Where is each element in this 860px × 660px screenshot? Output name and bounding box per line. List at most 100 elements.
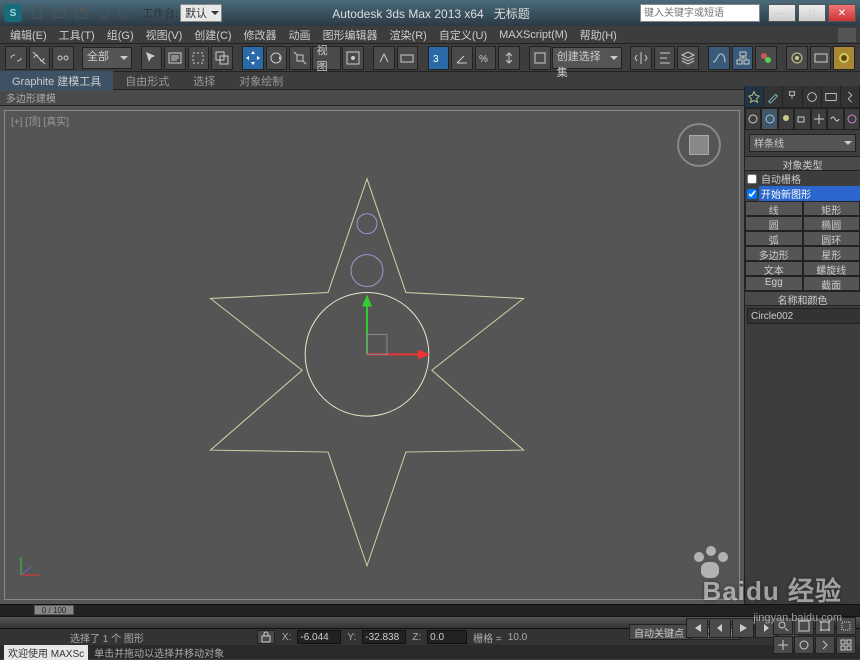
transform-gizmo[interactable] — [362, 294, 430, 359]
pan-icon[interactable] — [773, 636, 793, 654]
keyboard-shortcut-icon[interactable] — [397, 46, 419, 70]
ribbon-tab-freeform[interactable]: 自由形式 — [113, 71, 181, 91]
workspace-dropdown[interactable]: 默认 — [180, 4, 222, 22]
select-scale-icon[interactable] — [289, 46, 311, 70]
cameras-cat-icon[interactable] — [794, 108, 810, 130]
helpers-cat-icon[interactable] — [811, 108, 827, 130]
schematic-view-icon[interactable] — [732, 46, 754, 70]
type-ngon[interactable]: 多边形 — [745, 246, 803, 261]
menu-rendering[interactable]: 渲染(R) — [384, 27, 433, 43]
menu-help[interactable]: 帮助(H) — [574, 27, 623, 43]
viewport-top[interactable]: [+] [顶] [真实] — [4, 110, 740, 600]
menu-tools[interactable]: 工具(T) — [53, 27, 101, 43]
type-star[interactable]: 星形 — [803, 246, 860, 261]
create-tab-icon[interactable] — [745, 86, 764, 107]
select-move-icon[interactable] — [242, 46, 264, 70]
type-section[interactable]: 截面 — [803, 276, 860, 291]
menu-group[interactable]: 组(G) — [101, 27, 140, 43]
goto-start-icon[interactable] — [686, 618, 708, 638]
layers-icon[interactable] — [677, 46, 699, 70]
curve-editor-icon[interactable] — [708, 46, 730, 70]
hierarchy-tab-icon[interactable] — [783, 86, 802, 107]
walk-icon[interactable] — [815, 636, 835, 654]
menu-create[interactable]: 创建(C) — [188, 27, 237, 43]
x-input[interactable] — [297, 630, 341, 644]
systems-cat-icon[interactable] — [844, 108, 860, 130]
link-icon[interactable] — [5, 46, 27, 70]
zoom-all-icon[interactable] — [794, 617, 814, 635]
bind-icon[interactable] — [52, 46, 74, 70]
ribbon-panel-label[interactable]: 多边形建模 — [6, 90, 56, 105]
type-text[interactable]: 文本 — [745, 261, 803, 276]
percent-snap-icon[interactable]: % — [475, 46, 497, 70]
type-arc[interactable]: 弧 — [745, 231, 803, 246]
mirror-icon[interactable] — [630, 46, 652, 70]
qat-new-icon[interactable] — [27, 3, 47, 23]
ref-coord-dropdown[interactable]: 视图 — [312, 46, 342, 70]
time-slider[interactable]: 0 / 100 — [0, 605, 860, 617]
menu-views[interactable]: 视图(V) — [140, 27, 189, 43]
play-icon[interactable] — [732, 618, 754, 638]
object-name-input[interactable] — [747, 308, 860, 324]
ribbon-tab-objectpaint[interactable]: 对象绘制 — [227, 71, 295, 91]
autokey-button[interactable]: 自动关键点 — [629, 624, 689, 640]
material-editor-icon[interactable] — [755, 46, 777, 70]
utilities-tab-icon[interactable] — [841, 86, 860, 107]
zoom-region-icon[interactable] — [836, 617, 856, 635]
zoom-extents-icon[interactable] — [815, 617, 835, 635]
qat-undo-icon[interactable] — [93, 3, 113, 23]
ribbon-tab-selection[interactable]: 选择 — [181, 71, 227, 91]
render-setup-icon[interactable] — [786, 46, 808, 70]
select-object-icon[interactable] — [141, 46, 163, 70]
orbit-icon[interactable] — [794, 636, 814, 654]
prev-frame-icon[interactable] — [709, 618, 731, 638]
help-search[interactable] — [640, 4, 760, 22]
autogrid-checkbox[interactable] — [745, 171, 759, 186]
app-icon[interactable]: S — [4, 4, 22, 22]
qat-save-icon[interactable] — [71, 3, 91, 23]
menu-end-icon[interactable] — [838, 28, 856, 42]
menu-modifiers[interactable]: 修改器 — [238, 27, 283, 43]
type-donut[interactable]: 圆环 — [803, 231, 860, 246]
startshape-checkbox[interactable] — [745, 186, 759, 201]
help-search-input[interactable] — [641, 5, 759, 21]
subcategory-dropdown[interactable]: 样条线 — [749, 134, 856, 152]
menu-animation[interactable]: 动画 — [283, 27, 317, 43]
shapes-cat-icon[interactable] — [761, 108, 777, 130]
named-sel-dropdown[interactable]: 创建选择集 — [552, 47, 622, 69]
menu-maxscript[interactable]: MAXScript(M) — [493, 29, 573, 41]
motion-tab-icon[interactable] — [803, 86, 822, 107]
ribbon-tab-graphite[interactable]: Graphite 建模工具 — [0, 71, 113, 91]
zoom-icon[interactable] — [773, 617, 793, 635]
time-scrubber[interactable]: 0 / 100 — [34, 605, 74, 615]
maxscript-listener[interactable]: 欢迎使用 MAXSc — [4, 645, 88, 660]
spacewarps-cat-icon[interactable] — [827, 108, 843, 130]
type-line[interactable]: 线 — [745, 201, 803, 216]
maximize-button[interactable]: □ — [798, 4, 826, 22]
type-ellipse[interactable]: 椭圆 — [803, 216, 860, 231]
spinner-snap-icon[interactable] — [498, 46, 520, 70]
display-tab-icon[interactable] — [822, 86, 841, 107]
select-region-icon[interactable] — [188, 46, 210, 70]
align-icon[interactable] — [654, 46, 676, 70]
selection-filter-dropdown[interactable]: 全部 — [82, 47, 132, 69]
menu-edit[interactable]: 编辑(E) — [4, 27, 53, 43]
type-egg[interactable]: Egg — [745, 276, 803, 291]
render-frame-icon[interactable] — [810, 46, 832, 70]
lock-selection-icon[interactable] — [257, 630, 275, 644]
qat-open-icon[interactable] — [49, 3, 69, 23]
type-circle[interactable]: 圆 — [745, 216, 803, 231]
snap-toggle-icon[interactable]: 3 — [428, 46, 450, 70]
rollout-object-type[interactable]: 对象类型 — [745, 156, 860, 171]
select-rotate-icon[interactable] — [266, 46, 288, 70]
unlink-icon[interactable] — [29, 46, 51, 70]
menu-grapheditors[interactable]: 图形编辑器 — [317, 27, 384, 43]
modify-tab-icon[interactable] — [764, 86, 783, 107]
close-button[interactable]: ✕ — [828, 4, 856, 22]
menu-customize[interactable]: 自定义(U) — [433, 27, 493, 43]
z-input[interactable] — [427, 630, 467, 644]
select-manipulate-icon[interactable] — [373, 46, 395, 70]
use-center-icon[interactable] — [342, 46, 364, 70]
qat-redo-icon[interactable] — [115, 3, 135, 23]
select-by-name-icon[interactable] — [164, 46, 186, 70]
